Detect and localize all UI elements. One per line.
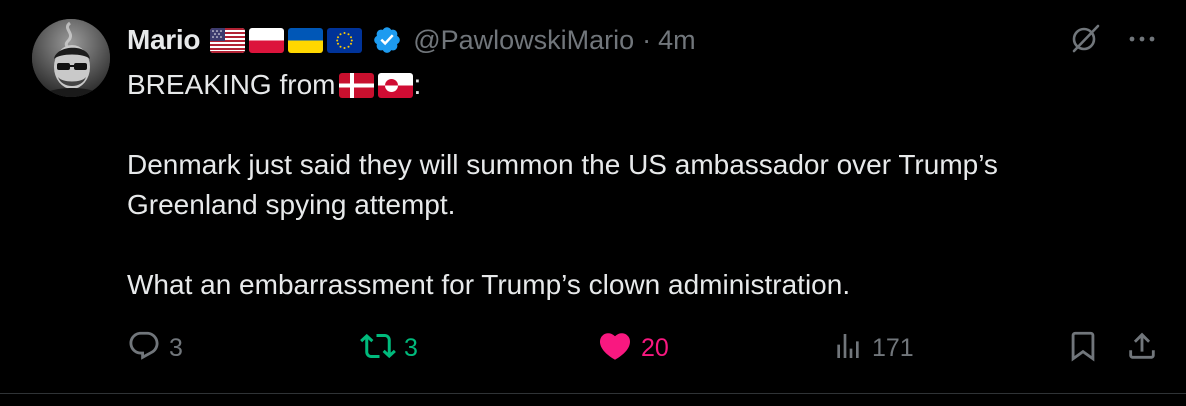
retweet-button[interactable]: 3 xyxy=(360,328,418,368)
share-button[interactable] xyxy=(1125,328,1159,368)
more-icon[interactable] xyxy=(1128,31,1156,49)
tweet-divider xyxy=(0,393,1186,394)
greenland-flag-icon xyxy=(378,72,414,98)
tweet-line-greenland: Greenland spying attempt. xyxy=(127,189,456,220)
bookmark-icon xyxy=(1066,329,1100,368)
tweet-card[interactable]: Mario @PawlowskiMario · 4m BREAKING from… xyxy=(0,0,1186,406)
bookmark-button[interactable] xyxy=(1066,328,1100,368)
views-icon xyxy=(832,330,864,367)
like-button[interactable]: 20 xyxy=(597,328,669,368)
tweet-action-bar: 3 3 20 171 xyxy=(127,328,1161,368)
reply-icon xyxy=(127,329,161,368)
tweet-line-breaking: BREAKING from : xyxy=(127,65,1137,105)
breaking-text: BREAKING from xyxy=(127,69,336,100)
author-handle[interactable]: @PawlowskiMario xyxy=(413,25,634,56)
grok-icon[interactable] xyxy=(1068,21,1102,60)
us-flag-icon xyxy=(210,27,246,53)
eu-flag-icon xyxy=(327,27,363,53)
views-count: 171 xyxy=(872,333,914,362)
views-button[interactable]: 171 xyxy=(832,328,914,368)
denmark-flag-icon xyxy=(339,72,375,98)
name-flags xyxy=(210,27,363,53)
ukraine-flag-icon xyxy=(288,27,324,53)
share-icon xyxy=(1125,329,1159,368)
retweet-icon xyxy=(360,328,396,369)
breaking-colon: : xyxy=(413,69,422,100)
reply-count: 3 xyxy=(169,333,183,362)
tweet-text: BREAKING from : Denmark just said they w… xyxy=(127,65,1137,305)
reply-button[interactable]: 3 xyxy=(127,328,183,368)
top-actions xyxy=(1068,22,1156,58)
tweet-line-embarrassment: What an embarrassment for Trump’s clown … xyxy=(127,269,851,300)
avatar[interactable] xyxy=(32,19,110,97)
tweet-line-denmark: Denmark just said they will summon the U… xyxy=(127,149,998,180)
heart-icon xyxy=(597,328,633,369)
retweet-count: 3 xyxy=(404,333,418,362)
verified-badge-icon[interactable] xyxy=(372,25,402,55)
timestamp[interactable]: 4m xyxy=(658,25,696,56)
poland-flag-icon xyxy=(249,27,285,53)
author-name[interactable]: Mario xyxy=(127,24,200,56)
tweet-header: Mario @PawlowskiMario · 4m xyxy=(127,22,696,58)
like-count: 20 xyxy=(641,333,669,362)
header-separator: · xyxy=(642,24,652,55)
